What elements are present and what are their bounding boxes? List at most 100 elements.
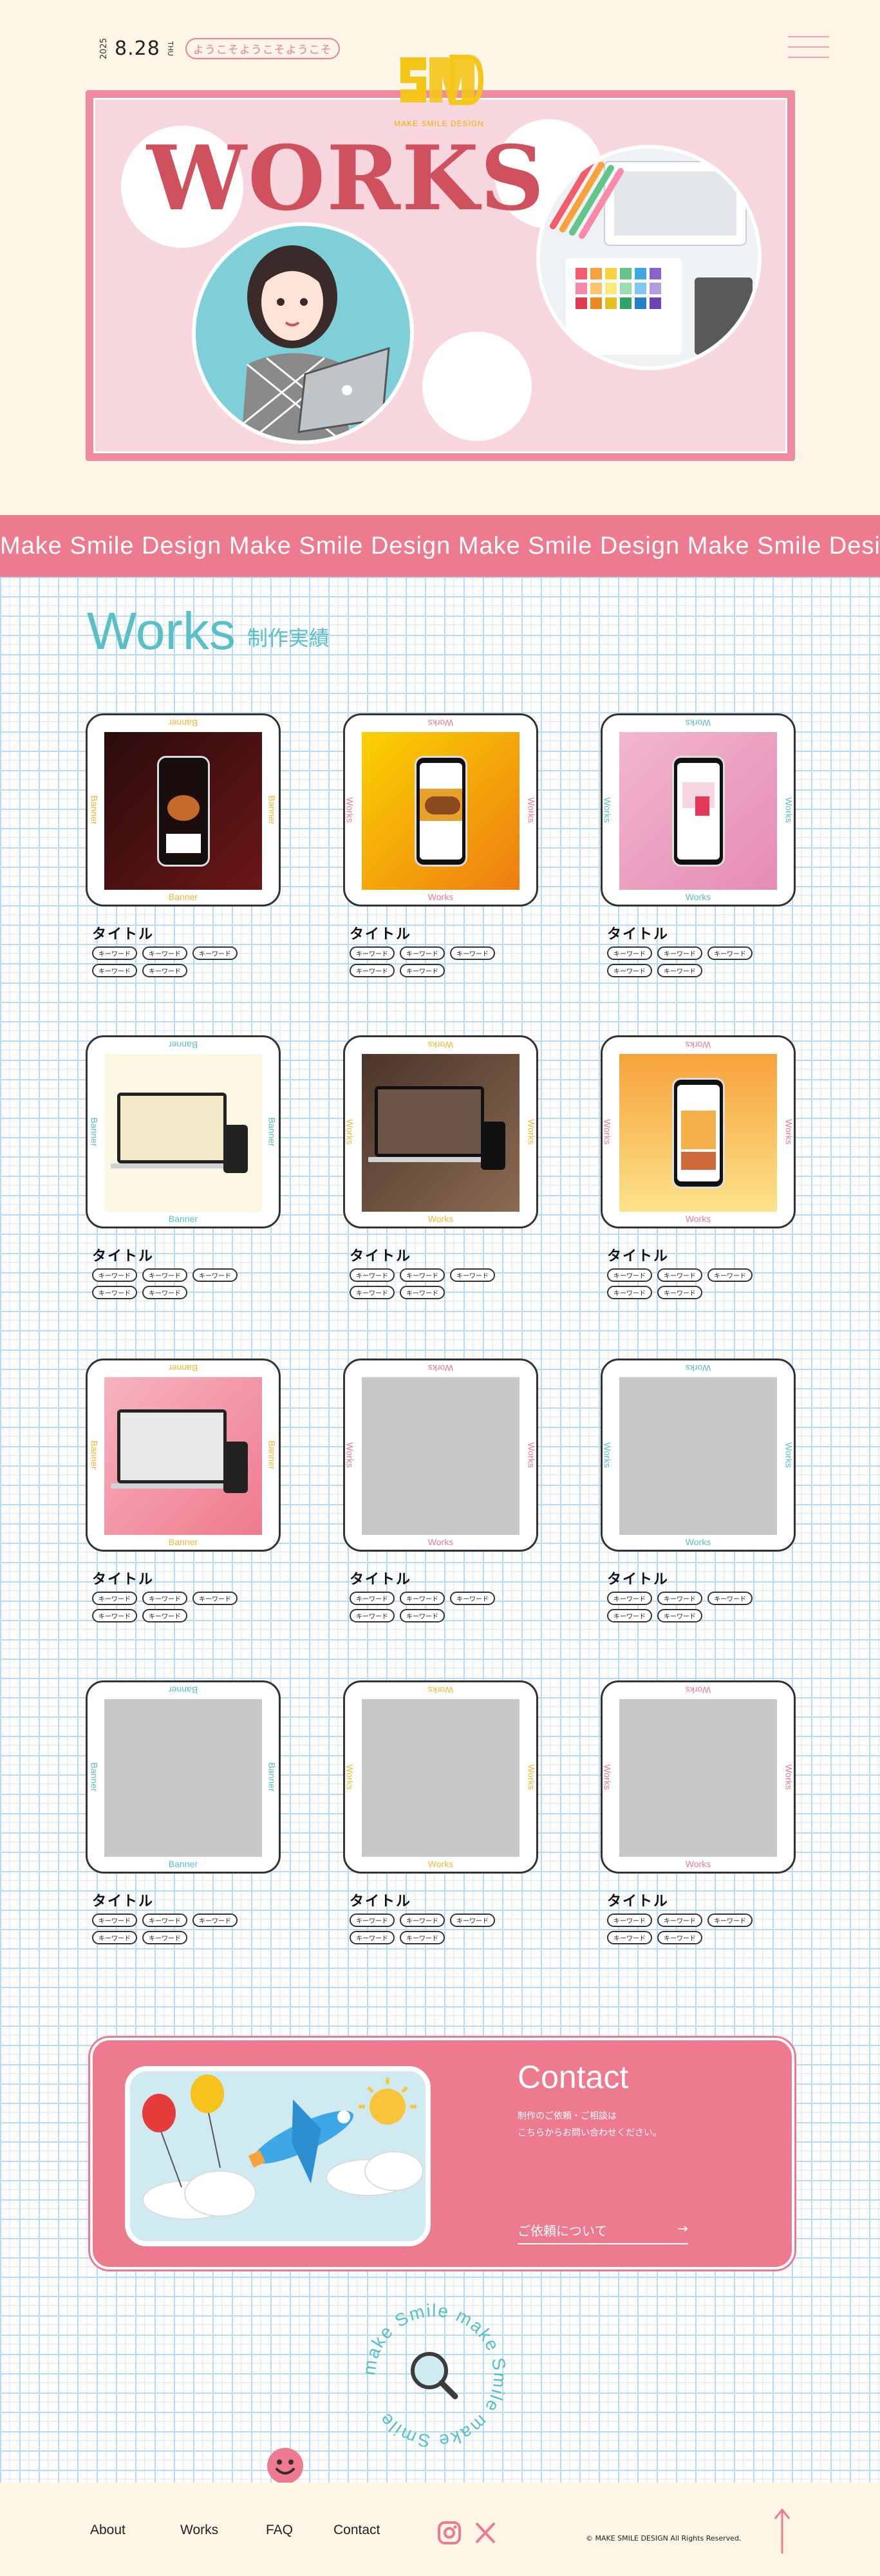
card-edge-label: Works [427,1859,454,1869]
work-card[interactable]: Works Works Works Works [343,1680,538,1874]
keyword-tag[interactable]: キーワード [142,964,187,977]
keyword-tag[interactable]: キーワード [657,1286,702,1299]
keyword-tag[interactable]: キーワード [607,1268,652,1282]
work-card[interactable]: Works Works Works Works [601,1035,796,1228]
contact-card[interactable]: Contact 制作のご依頼・ご相談は こちらからお問い合わせください。 ご依頼… [90,2038,794,2270]
keyword-tag[interactable]: キーワード [92,1913,137,1927]
keyword-tag[interactable]: キーワード [92,1286,137,1299]
keyword-tag[interactable]: キーワード [92,964,137,977]
keyword-tag[interactable]: キーワード [450,946,495,960]
work-card[interactable]: Works Works Works Works [601,713,796,907]
work-title[interactable]: タイトル [92,1568,154,1588]
keyword-tag[interactable]: キーワード [607,1286,652,1299]
contact-link[interactable]: ご依頼について → [518,2221,688,2244]
keyword-tag[interactable]: キーワード [657,1592,702,1605]
keyword-tag[interactable]: キーワード [657,1609,702,1622]
work-card[interactable]: Banner Banner Banner Banner [86,1680,281,1874]
keyword-tag[interactable]: キーワード [450,1268,495,1282]
keyword-tag[interactable]: キーワード [607,1913,652,1927]
keyword-tag[interactable]: キーワード [350,1913,395,1927]
keyword-tag[interactable]: キーワード [192,1268,238,1282]
date-weekday: THU [165,41,174,57]
work-card[interactable]: Works Works Works Works [343,1359,538,1552]
keyword-tag[interactable]: キーワード [400,1931,445,1944]
work-tags: キーワード キーワード キーワード キーワード キーワード [607,1913,781,1944]
keyword-tag[interactable]: キーワード [92,1609,137,1622]
keyword-tag[interactable]: キーワード [450,1913,495,1927]
work-card[interactable]: Banner Banner Banner Banner [86,713,281,907]
keyword-tag[interactable]: キーワード [92,946,137,960]
work-title[interactable]: タイトル [607,1245,669,1265]
keyword-tag[interactable]: キーワード [657,946,702,960]
keyword-tag[interactable]: キーワード [707,1592,753,1605]
footer-nav-works[interactable]: Works [180,2523,218,2538]
keyword-tag[interactable]: キーワード [92,1931,137,1944]
keyword-tag[interactable]: キーワード [657,1931,702,1944]
work-card[interactable]: Works Works Works Works [601,1680,796,1874]
work-title[interactable]: タイトル [92,923,154,943]
keyword-tag[interactable]: キーワード [142,1931,187,1944]
back-to-top-button[interactable] [772,2507,792,2555]
keyword-tag[interactable]: キーワード [657,964,702,977]
instagram-icon[interactable] [436,2520,462,2546]
keyword-tag[interactable]: キーワード [350,964,395,977]
keyword-tag[interactable]: キーワード [607,946,652,960]
keyword-tag[interactable]: キーワード [400,946,445,960]
work-title[interactable]: タイトル [92,1890,154,1910]
keyword-tag[interactable]: キーワード [192,1913,238,1927]
work-title[interactable]: タイトル [350,1890,411,1910]
work-title[interactable]: タイトル [350,1245,411,1265]
keyword-tag[interactable]: キーワード [657,1913,702,1927]
site-logo[interactable]: MAKE SMILE DESIGN [394,54,484,131]
keyword-tag[interactable]: キーワード [400,1286,445,1299]
keyword-tag[interactable]: キーワード [350,1609,395,1622]
keyword-tag[interactable]: キーワード [92,1268,137,1282]
keyword-tag[interactable]: キーワード [707,946,753,960]
keyword-tag[interactable]: キーワード [400,1268,445,1282]
keyword-tag[interactable]: キーワード [400,1913,445,1927]
keyword-tag[interactable]: キーワード [350,1286,395,1299]
keyword-tag[interactable]: キーワード [400,964,445,977]
keyword-tag[interactable]: キーワード [92,1592,137,1605]
keyword-tag[interactable]: キーワード [192,946,238,960]
keyword-tag[interactable]: キーワード [192,1592,238,1605]
keyword-tag[interactable]: キーワード [142,1913,187,1927]
work-card[interactable]: Works Works Works Works [343,1035,538,1228]
footer-nav-contact[interactable]: Contact [333,2523,380,2538]
keyword-tag[interactable]: キーワード [350,946,395,960]
hamburger-menu-button[interactable] [788,36,829,62]
keyword-tag[interactable]: キーワード [707,1268,753,1282]
keyword-tag[interactable]: キーワード [142,946,187,960]
keyword-tag[interactable]: キーワード [607,964,652,977]
keyword-tag[interactable]: キーワード [607,1592,652,1605]
work-title[interactable]: タイトル [350,1568,411,1588]
keyword-tag[interactable]: キーワード [400,1609,445,1622]
work-title[interactable]: タイトル [607,1890,669,1910]
work-card[interactable]: Works Works Works Works [601,1359,796,1552]
keyword-tag[interactable]: キーワード [350,1268,395,1282]
search-ring-button[interactable]: make Smile make Smile make Smile [357,2299,512,2453]
work-card[interactable]: Banner Banner Banner Banner [86,1035,281,1228]
footer-nav-about[interactable]: About [90,2523,126,2538]
keyword-tag[interactable]: キーワード [350,1592,395,1605]
work-card[interactable]: Banner Banner Banner Banner [86,1359,281,1552]
x-twitter-icon[interactable] [473,2520,498,2546]
footer-nav-faq[interactable]: FAQ [266,2523,293,2538]
keyword-tag[interactable]: キーワード [657,1268,702,1282]
keyword-tag[interactable]: キーワード [350,1931,395,1944]
keyword-tag[interactable]: キーワード [400,1592,445,1605]
work-title[interactable]: タイトル [607,1568,669,1588]
section-title-en: Works [87,602,236,661]
keyword-tag[interactable]: キーワード [142,1268,187,1282]
work-title[interactable]: タイトル [350,923,411,943]
work-card[interactable]: Works Works Works Works [343,713,538,907]
keyword-tag[interactable]: キーワード [142,1592,187,1605]
keyword-tag[interactable]: キーワード [707,1913,753,1927]
keyword-tag[interactable]: キーワード [450,1592,495,1605]
keyword-tag[interactable]: キーワード [142,1609,187,1622]
keyword-tag[interactable]: キーワード [607,1609,652,1622]
keyword-tag[interactable]: キーワード [607,1931,652,1944]
work-title[interactable]: タイトル [607,923,669,943]
keyword-tag[interactable]: キーワード [142,1286,187,1299]
work-title[interactable]: タイトル [92,1245,154,1265]
